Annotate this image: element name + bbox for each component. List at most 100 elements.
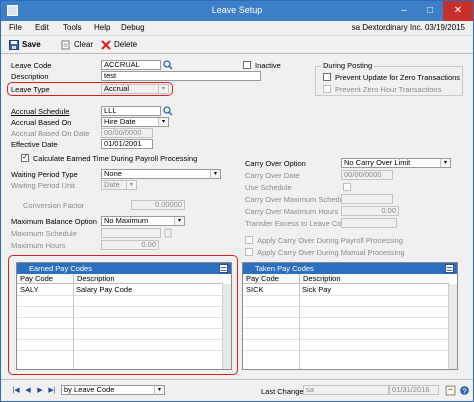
apply-manual-checkbox[interactable] (245, 248, 253, 256)
use-schedule-checkbox[interactable] (343, 183, 351, 191)
table-row[interactable]: SICK Sick Pay (243, 285, 449, 295)
leave-code-lookup-icon[interactable] (163, 60, 173, 70)
conversion-factor-field[interactable]: 0.00000 (131, 200, 185, 210)
carry-over-max-hours-field[interactable]: 0.00 (341, 206, 399, 216)
leave-code-field[interactable]: ACCRUAL (101, 60, 161, 70)
chevron-down-icon: ▾ (210, 170, 220, 178)
menu-tools[interactable]: Tools (63, 23, 82, 32)
menu-bar: File Edit Tools Help Debug sa Dextordina… (1, 21, 473, 36)
prevent-update-checkbox[interactable] (323, 73, 331, 81)
carry-over-max-hours-label: Carry Over Maximum Hours (245, 207, 339, 216)
clear-button[interactable]: Clear (61, 39, 93, 51)
row-divider (17, 317, 223, 318)
help-icon[interactable]: ? (459, 385, 470, 396)
waiting-period-type-label: Waiting Period Type (11, 170, 78, 179)
max-hours-label: Maximum Hours (11, 241, 66, 250)
earned-grid-title: Earned Pay Codes (29, 264, 92, 273)
close-button[interactable]: ✕ (443, 1, 473, 21)
accrual-based-on-date-label: Accrual Based On Date (11, 129, 90, 138)
waiting-period-type-select[interactable]: None ▾ (101, 169, 221, 179)
accrual-schedule-field[interactable]: LLL (101, 106, 161, 116)
grid-options-icon[interactable] (445, 264, 454, 273)
row-divider (243, 295, 449, 296)
waiting-period-unit-label: Waiting Period Unit (11, 181, 75, 190)
max-balance-option-label: Maximum Balance Option (11, 217, 97, 226)
sort-order-select[interactable]: by Leave Code ▾ (61, 385, 165, 395)
carry-over-option-label: Carry Over Option (245, 159, 306, 168)
clear-icon (61, 40, 70, 50)
carry-over-max-schedule-field[interactable] (341, 194, 393, 204)
leave-type-label: Leave Type (11, 85, 50, 94)
chevron-down-icon: ▾ (154, 386, 164, 394)
earned-pay-codes-grid[interactable]: Earned Pay Codes Pay Code Description SA… (16, 262, 232, 370)
waiting-period-unit-select[interactable]: Date ▾ (101, 180, 137, 190)
leave-type-select[interactable]: Accrual ▾ (101, 84, 169, 94)
prevent-zero-hour-checkbox[interactable] (323, 85, 331, 93)
chevron-down-icon: ▾ (126, 181, 136, 189)
taken-grid-scrollbar[interactable] (448, 284, 457, 369)
accrual-schedule-label[interactable]: Accrual Schedule (11, 107, 69, 116)
toolbar: Save Clear Delete (1, 36, 473, 54)
effective-date-field[interactable]: 01/01/2001 (101, 139, 153, 149)
save-button[interactable]: Save (9, 39, 41, 51)
first-record-button[interactable]: |◀ (11, 386, 21, 395)
leave-setup-window: Leave Setup – □ ✕ File Edit Tools Help D… (0, 0, 474, 402)
earned-grid-scrollbar[interactable] (222, 284, 231, 369)
clear-label: Clear (74, 40, 94, 49)
last-record-button[interactable]: ▶| (47, 386, 57, 395)
table-row[interactable]: SALY Salary Pay Code (17, 285, 223, 295)
menu-help[interactable]: Help (94, 23, 110, 32)
earned-col-description[interactable]: Description (73, 274, 223, 284)
save-icon (9, 39, 19, 50)
last-change-user: sa (303, 385, 389, 395)
taken-pay-codes-grid[interactable]: Taken Pay Codes Pay Code Description SIC… (242, 262, 458, 370)
carry-over-date-label: Carry Over Date (245, 171, 300, 180)
title-bar[interactable]: Leave Setup – □ ✕ (1, 1, 473, 21)
row-divider (243, 306, 449, 307)
max-hours-field[interactable]: 0.00 (101, 240, 159, 250)
maximize-button[interactable]: □ (419, 1, 441, 21)
max-balance-option-select[interactable]: No Maximum ▾ (101, 216, 185, 226)
menu-debug[interactable]: Debug (121, 23, 145, 32)
max-schedule-field[interactable] (101, 228, 161, 238)
previous-record-button[interactable]: ◀ (23, 386, 33, 395)
status-bar: |◀ ◀ ▶ ▶| by Leave Code ▾ Last Change sa… (1, 379, 473, 401)
taken-col-description[interactable]: Description (299, 274, 449, 284)
description-field[interactable]: test (101, 71, 261, 81)
column-divider (299, 284, 300, 369)
leave-type-value: Accrual (104, 84, 130, 93)
row-divider (17, 328, 223, 329)
carry-over-max-schedule-label: Carry Over Maximum Schedule (245, 195, 350, 204)
taken-grid-title: Taken Pay Codes (255, 264, 314, 273)
earned-col-paycode[interactable]: Pay Code (17, 274, 73, 284)
note-icon[interactable] (445, 385, 456, 396)
accrual-schedule-lookup-icon[interactable] (163, 106, 173, 116)
menu-edit[interactable]: Edit (35, 23, 49, 32)
minimize-button[interactable]: – (393, 1, 415, 21)
max-schedule-lookup-icon[interactable] (163, 228, 173, 238)
row-divider (17, 295, 223, 296)
accrual-based-on-value: Hire Date (104, 117, 136, 126)
description-label: Description (11, 72, 49, 81)
last-change-date: 01/31/2016 (389, 385, 439, 395)
taken-col-paycode[interactable]: Pay Code (243, 274, 299, 284)
chevron-down-icon: ▾ (440, 159, 450, 167)
session-info: sa Dextordinary Inc. 03/19/2015 (351, 23, 465, 32)
taken-grid-header: Taken Pay Codes (243, 263, 457, 274)
inactive-checkbox[interactable] (243, 61, 251, 69)
waiting-period-type-value: None (104, 169, 122, 178)
carry-over-option-select[interactable]: No Carry Over Limit ▾ (341, 158, 451, 168)
delete-button[interactable]: Delete (101, 39, 137, 51)
transfer-excess-label: Transfer Excess to Leave Code (245, 219, 350, 228)
next-record-button[interactable]: ▶ (35, 386, 45, 395)
carry-over-date-field[interactable]: 00/00/0000 (341, 170, 393, 180)
apply-payroll-checkbox[interactable] (245, 236, 253, 244)
grid-options-icon[interactable] (219, 264, 228, 273)
inactive-label: Inactive (255, 61, 281, 70)
menu-file[interactable]: File (9, 23, 22, 32)
accrual-based-on-date-field[interactable]: 00/00/0000 (101, 128, 153, 138)
conversion-factor-label: Conversion Factor (23, 201, 85, 210)
transfer-excess-field[interactable] (341, 218, 397, 228)
accrual-based-on-select[interactable]: Hire Date ▾ (101, 117, 169, 127)
calc-earned-checkbox[interactable]: ✓ (21, 154, 29, 162)
